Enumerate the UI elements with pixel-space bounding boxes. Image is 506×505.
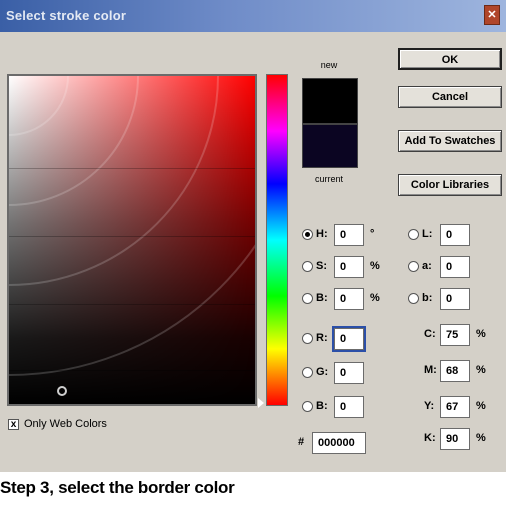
- field-row-y: Y: 67 %: [424, 396, 494, 418]
- preview-new-label: new: [320, 60, 338, 70]
- field-label-k: K:: [424, 432, 436, 444]
- tutorial-caption: Step 3, select the border color: [0, 478, 235, 497]
- hex-input[interactable]: 000000: [312, 432, 366, 454]
- color-field-band: [9, 236, 255, 237]
- field-label-g: G:: [316, 366, 329, 378]
- field-s-input[interactable]: 0: [334, 256, 364, 278]
- preview-new-swatch: [302, 78, 358, 124]
- field-row-m: M: 68 %: [424, 360, 494, 382]
- field-b2-input[interactable]: 0: [334, 396, 364, 418]
- field-m-input[interactable]: 68: [440, 360, 470, 382]
- field-row-c: C: 75 %: [424, 324, 494, 346]
- color-libraries-button[interactable]: Color Libraries: [398, 174, 502, 196]
- radio-a[interactable]: [408, 261, 419, 272]
- color-field-band: [9, 304, 255, 305]
- field-unit-c: %: [476, 328, 486, 340]
- field-b-input[interactable]: 0: [334, 288, 364, 310]
- field-unit-m: %: [476, 364, 486, 376]
- field-label-c: C:: [424, 328, 436, 340]
- field-row-s: S: 0 %: [302, 256, 392, 278]
- radio-lab-b[interactable]: [408, 293, 419, 304]
- field-row-r: R: 0: [302, 326, 392, 352]
- field-a-input[interactable]: 0: [440, 256, 470, 278]
- color-field-band: [9, 370, 255, 371]
- field-label-b: B:: [316, 292, 328, 304]
- field-row-b: B: 0 %: [302, 288, 392, 310]
- radio-h[interactable]: [302, 229, 313, 240]
- dialog-title: Select stroke color: [6, 8, 127, 23]
- color-field-band: [9, 168, 255, 169]
- field-label-m: M:: [424, 364, 437, 376]
- ok-button[interactable]: OK: [398, 48, 502, 70]
- field-unit-y: %: [476, 400, 486, 412]
- field-k-input[interactable]: 90: [440, 428, 470, 450]
- field-g-input[interactable]: 0: [334, 362, 364, 384]
- field-row-a: a: 0: [408, 256, 488, 278]
- radio-s[interactable]: [302, 261, 313, 272]
- radio-b[interactable]: [302, 293, 313, 304]
- field-label-a: a:: [422, 260, 432, 272]
- color-picker-dialog: Select stroke color ✕ new current OK Can…: [0, 0, 506, 472]
- field-label-hex: #: [298, 436, 305, 448]
- field-label-b2: B:: [316, 400, 328, 412]
- field-unit-b: %: [370, 292, 380, 304]
- field-row-l: L: 0: [408, 224, 488, 246]
- field-unit-k: %: [476, 432, 486, 444]
- field-r-input[interactable]: 0: [332, 326, 366, 352]
- field-c-input[interactable]: 75: [440, 324, 470, 346]
- field-row-g: G: 0: [302, 362, 392, 384]
- radio-b2[interactable]: [302, 401, 313, 412]
- field-unit-h: °: [370, 228, 375, 240]
- color-field[interactable]: [7, 74, 257, 406]
- radio-l[interactable]: [408, 229, 419, 240]
- only-web-colors-checkbox[interactable]: x: [8, 419, 19, 430]
- hue-slider-track[interactable]: [266, 74, 288, 406]
- preview-current-swatch[interactable]: [302, 124, 358, 168]
- field-label-y: Y:: [424, 400, 435, 412]
- field-l-input[interactable]: 0: [440, 224, 470, 246]
- color-picker-cursor[interactable]: [57, 386, 67, 396]
- field-y-input[interactable]: 67: [440, 396, 470, 418]
- add-to-swatches-button[interactable]: Add To Swatches: [398, 130, 502, 152]
- field-label-l: L:: [422, 228, 433, 240]
- close-icon[interactable]: ✕: [484, 5, 500, 25]
- field-row-h: H: 0 °: [302, 224, 392, 246]
- field-label-h: H:: [316, 228, 328, 240]
- field-unit-s: %: [370, 260, 380, 272]
- field-h-input[interactable]: 0: [334, 224, 364, 246]
- hue-slider-handle[interactable]: [258, 398, 264, 408]
- field-row-lab-b: b: 0: [408, 288, 488, 310]
- field-row-hex: # 000000: [298, 432, 378, 454]
- title-bar[interactable]: Select stroke color ✕: [0, 0, 506, 32]
- field-lab-b-input[interactable]: 0: [440, 288, 470, 310]
- radio-g[interactable]: [302, 367, 313, 378]
- field-label-r: R:: [316, 332, 328, 344]
- field-row-k: K: 90 %: [424, 428, 494, 450]
- only-web-colors-label: Only Web Colors: [24, 418, 107, 430]
- radio-r[interactable]: [302, 333, 313, 344]
- field-label-lab-b: b:: [422, 292, 433, 304]
- field-label-s: S:: [316, 260, 327, 272]
- field-row-b2: B: 0: [302, 396, 392, 418]
- preview-current-label: current: [314, 174, 343, 184]
- cancel-button[interactable]: Cancel: [398, 86, 502, 108]
